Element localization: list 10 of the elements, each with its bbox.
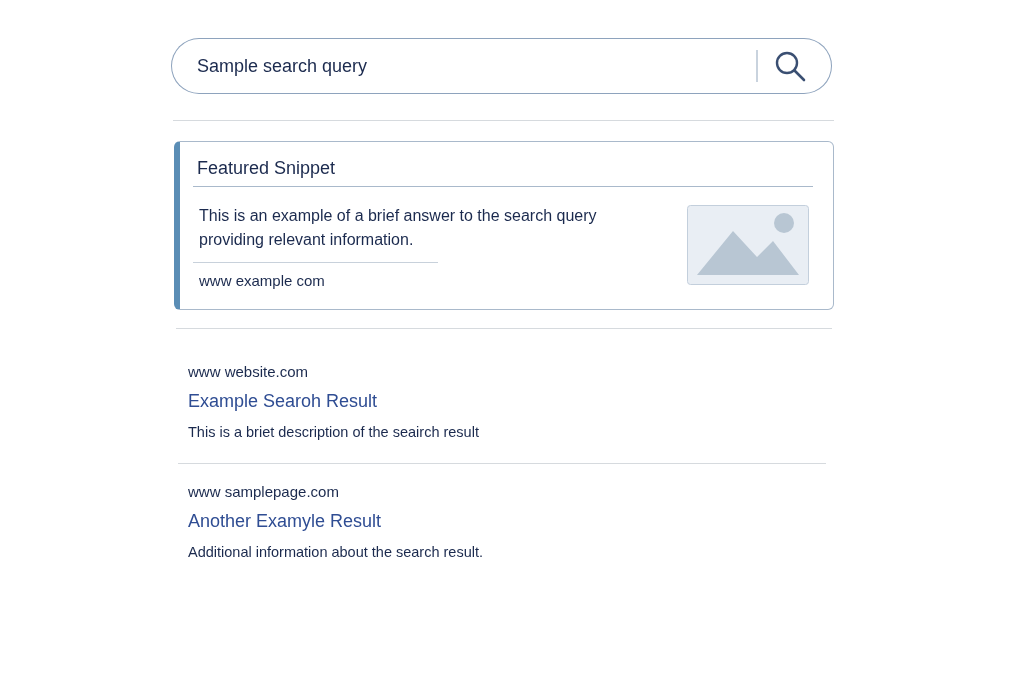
result-title-link[interactable]: Example Searoh Result: [188, 389, 378, 413]
result-url: www website.com: [188, 362, 309, 382]
snippet-source-url: www example com: [198, 271, 325, 291]
result-url: www samplepage.com: [188, 482, 339, 502]
image-placeholder-icon: [687, 205, 809, 285]
result-title-link[interactable]: Another Examyle Result: [188, 509, 382, 533]
snippet-title: Featured Snippet: [193, 142, 813, 187]
snippet-answer: This is an example of a brief answer to the search query providing relevant information.: [198, 206, 598, 250]
result-description: Additional information about the search result.: [188, 543, 483, 562]
result-description: This is a briet description of the seairch result: [188, 423, 479, 442]
